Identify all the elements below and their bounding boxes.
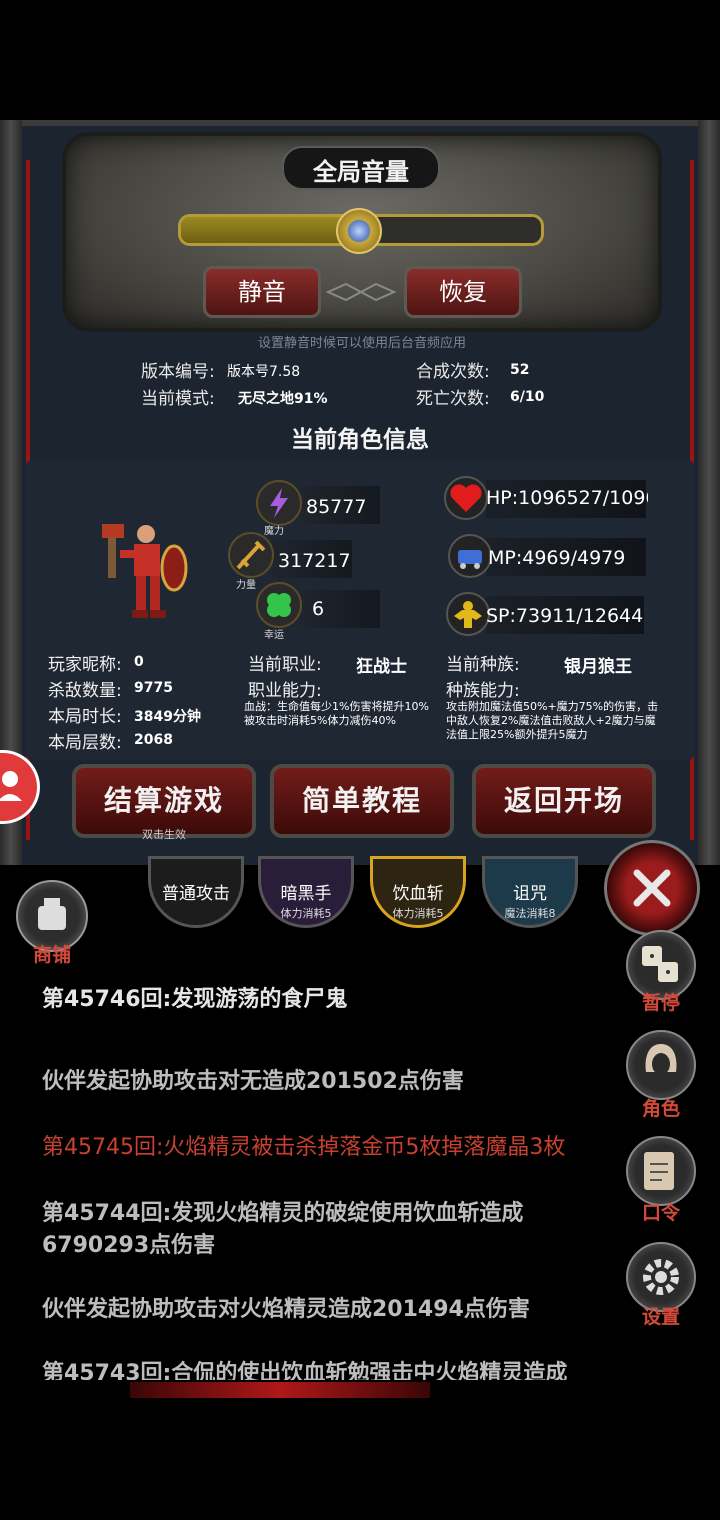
death-value: 6/10 [510,389,545,405]
job-label: 当前职业: [248,655,322,675]
back-to-start-button[interactable]: 返回开场 [472,764,656,838]
mute-hint: 设置静音时候可以使用后台音频应用 [257,336,466,351]
settings-label: 设置 [641,1306,680,1328]
settle-hint: 双击生效 [142,828,186,841]
race-ability-desc: 攻击附加魔法值50%+魔力75%的伤害，击中敌人恢复2%魔法值击败敌人+2魔力与… [446,700,659,741]
time-value: 3849分钟 [134,709,201,725]
log-line: 第45745回:火焰精灵被击杀掉落金币5枚掉落魔晶3枚 [42,1135,566,1160]
skill-normal-attack[interactable]: 普通攻击 [148,856,244,928]
nick-value: 0 [134,654,144,670]
nick-label: 玩家昵称: [48,655,122,675]
code-label: 口令 [641,1202,680,1224]
log-line: 伙伴发起协助攻击对火焰精灵造成201494点伤害 [42,1297,530,1322]
ornament-icon [325,282,397,302]
skill-name: 饮血斩 [392,884,444,904]
log-bottom-bar [130,1382,430,1398]
time-label: 本局时长: [48,707,122,727]
mute-button[interactable]: 静音 [203,266,321,318]
log-line: 第45743回:合侃的使出饮血斩勉强击中火焰精灵造成 [42,1361,568,1380]
log-line: 第45744回:发现火焰精灵的破绽使用饮血斩造成6790293点伤害 [42,1201,524,1258]
kills-label: 杀敌数量: [48,681,122,701]
log-line: 伙伴发起协助攻击对无造成201502点伤害 [42,1069,464,1094]
mp-value: MP:4969/4979 [488,547,626,569]
character-label: 角色 [641,1098,680,1120]
skill-cost: 体力消耗5 [280,907,332,920]
skill-cost: 体力消耗5 [392,907,444,920]
skill-name: 暗黑手 [280,884,332,904]
race-ability-label: 种族能力: [446,681,520,701]
kills-value: 9775 [134,680,173,696]
synth-value: 52 [510,362,530,378]
job-ability-label: 职业能力: [248,681,322,701]
skill-blood-slash[interactable]: 饮血斩 体力消耗5 [370,856,466,928]
skill-curse[interactable]: 诅咒 魔法消耗8 [482,856,578,928]
sword-icon [228,532,274,578]
restore-button[interactable]: 恢复 [404,266,522,318]
death-label: 死亡次数: [416,389,490,409]
lightning-icon [256,480,302,526]
race-value: 银月狼王 [564,657,632,677]
synth-label: 合成次数: [416,362,490,382]
tutorial-button[interactable]: 简单教程 [270,764,454,838]
heart-icon [444,476,488,520]
log-line: 第45746回:发现游荡的食尸鬼 [42,987,348,1012]
volume-slider-knob[interactable] [336,208,382,254]
version-label: 版本编号: [141,362,215,382]
skill-name: 普通攻击 [162,884,230,904]
frame-right [698,120,720,865]
character-sprite [100,516,192,626]
mode-value: 无尽之地91% [238,391,328,407]
version-value: 版本号7.58 [227,364,301,380]
strength-value: 317217 [278,550,351,572]
strength-caption: 力量 [236,580,256,591]
floor-label: 本局层数: [48,733,122,753]
close-button[interactable] [604,840,700,936]
hp-value: HP:1096527/1096527 [486,487,648,509]
volume-fill [181,217,361,243]
race-label: 当前种族: [446,655,520,675]
battle-log[interactable]: 第45746回:发现游荡的食尸鬼 伙伴发起协助攻击对无造成201502点伤害 第… [26,960,616,1380]
car-icon [448,534,492,578]
scroll-icon [644,1152,674,1190]
volume-title: 全局音量 [313,158,409,186]
skill-dark-hand[interactable]: 暗黑手 体力消耗5 [258,856,354,928]
job-value: 狂战士 [356,657,407,677]
muscle-icon [446,592,490,636]
gear-icon [643,1259,679,1295]
character-icon [645,1044,677,1075]
character-title: 当前角色信息 [291,427,429,453]
luck-caption: 幸运 [264,630,284,641]
magic-value: 85777 [306,496,367,518]
job-ability-desc: 血战：生命值每少1%伤害将提升10%被攻击时消耗5%体力减伤40% [244,700,429,727]
skill-cost: 魔法消耗8 [504,907,556,920]
code-button[interactable] [626,1136,696,1206]
character-button[interactable] [626,1030,696,1100]
sp-value: SP:73911/126447 [486,605,644,627]
luck-value: 6 [312,598,325,620]
skill-name: 诅咒 [513,884,547,904]
floor-value: 2068 [134,732,173,748]
mode-label: 当前模式: [141,389,215,409]
pause-label: 暂停 [641,992,680,1014]
clover-icon [256,582,302,628]
close-icon [633,869,671,907]
